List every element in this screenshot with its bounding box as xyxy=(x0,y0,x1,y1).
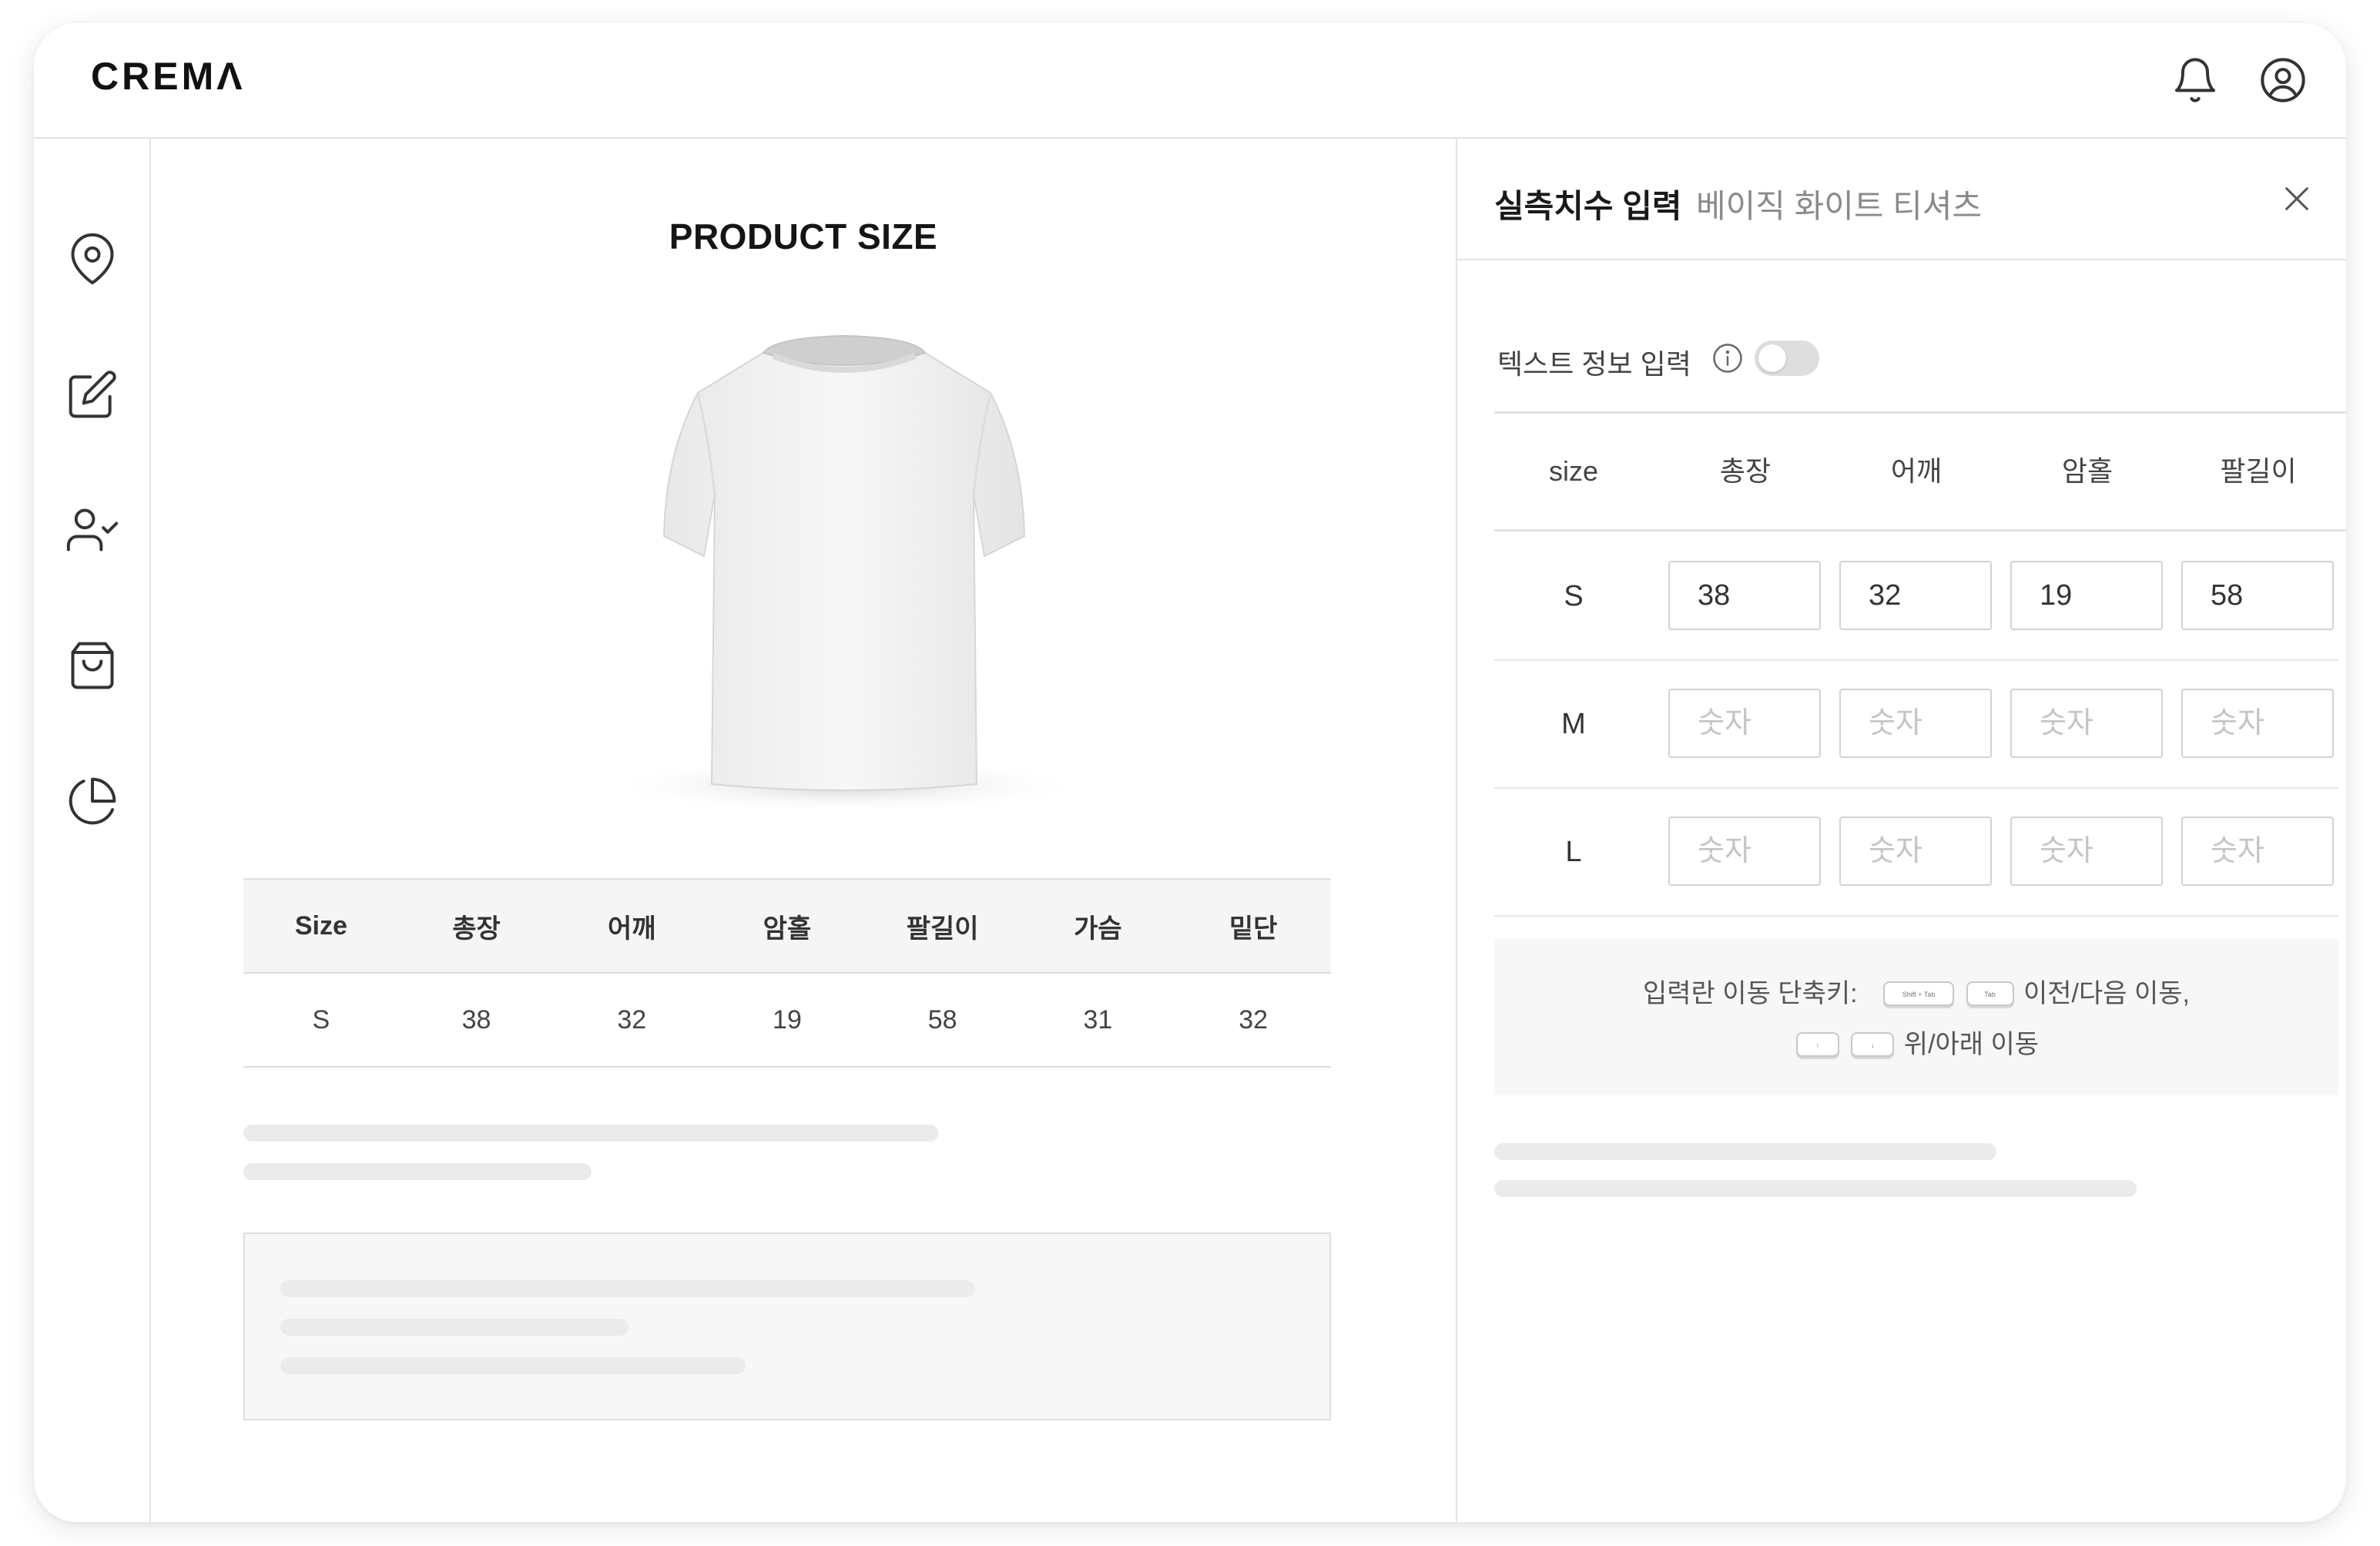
product-preview: PRODUCT SIZE Size 총장 어깨 암홀 팔길이 가슴 밑단 S 3… xyxy=(151,139,1456,1522)
measure-row-s: S xyxy=(1494,533,2338,661)
measure-input[interactable] xyxy=(2010,817,2163,886)
panel-subtitle: 베이직 화이트 티셔츠 xyxy=(1696,188,1983,224)
table-row: S 38 32 19 58 31 32 xyxy=(243,973,1331,1068)
measure-col-size: size xyxy=(1548,455,1599,487)
skeleton-box xyxy=(243,1232,1331,1420)
measure-row-m: M xyxy=(1494,661,2338,789)
shift-tab-key: Shift + Tab xyxy=(1883,981,1955,1007)
shortcut-prefix: 입력란 이동 단축키: xyxy=(1643,979,1858,1008)
size-table: Size 총장 어깨 암홀 팔길이 가슴 밑단 S 38 32 19 58 31 xyxy=(243,878,1331,1068)
size-label: S xyxy=(1564,580,1584,612)
measurement-panel: 실측치수 입력 베이직 화이트 티셔츠 텍스트 정보 입력 size 총장 어깨… xyxy=(1456,139,2346,1522)
col-chest: 가슴 xyxy=(1020,878,1176,974)
skeleton-line xyxy=(243,1163,592,1180)
measure-input[interactable] xyxy=(1839,817,1992,886)
table-cell: 31 xyxy=(1020,973,1176,1068)
measure-input[interactable] xyxy=(2010,689,2163,758)
panel-header: 실측치수 입력 베이직 화이트 티셔츠 xyxy=(1457,139,2346,260)
measure-input[interactable] xyxy=(1668,689,1821,758)
top-bar: CREMΛ xyxy=(34,23,2346,139)
app-logo[interactable]: CREMΛ xyxy=(91,54,246,99)
prev-next-text: 이전/다음 이동, xyxy=(2023,979,2190,1008)
shortcut-help: 입력란 이동 단축키: Shift + Tab Tab 이전/다음 이동, ↑ … xyxy=(1494,938,2338,1095)
col-armhole: 암홀 xyxy=(709,878,865,974)
measure-col-shoulder: 어깨 xyxy=(1890,455,1943,487)
col-shoulder: 어깨 xyxy=(554,878,710,974)
panel-title: 실측치수 입력 xyxy=(1494,188,1682,224)
measure-input[interactable] xyxy=(2181,817,2334,886)
measure-input[interactable] xyxy=(1668,817,1821,886)
up-down-text: 위/아래 이동 xyxy=(1903,1030,2040,1059)
toggle-knob xyxy=(1758,344,1786,372)
skeleton-line xyxy=(1494,1180,2137,1197)
col-hem: 밑단 xyxy=(1175,878,1331,974)
map-pin-icon[interactable] xyxy=(66,233,119,285)
measure-header: size 총장 어깨 암홀 팔길이 xyxy=(1494,411,2346,532)
toggle-label: 텍스트 정보 입력 xyxy=(1497,348,1691,380)
size-label: M xyxy=(1561,708,1586,740)
measure-col-total-length: 총장 xyxy=(1719,455,1772,487)
arrow-down-key: ↓ xyxy=(1851,1032,1895,1058)
skeleton-line xyxy=(280,1319,629,1336)
measure-input[interactable] xyxy=(1839,689,1992,758)
bell-icon[interactable] xyxy=(2170,55,2220,105)
tshirt-image xyxy=(629,316,1060,817)
measure-input[interactable] xyxy=(2010,561,2163,630)
shortcut-line-2: ↑ ↓ 위/아래 이동 xyxy=(1494,1023,2338,1061)
tab-key: Tab xyxy=(1966,981,2014,1007)
product-title: PRODUCT SIZE xyxy=(669,216,938,257)
measure-input[interactable] xyxy=(1668,561,1821,630)
text-info-toggle[interactable] xyxy=(1755,340,1819,376)
arrow-up-key: ↑ xyxy=(1795,1032,1839,1058)
edit-icon[interactable] xyxy=(66,368,119,421)
table-cell: 32 xyxy=(554,973,710,1068)
col-size: Size xyxy=(243,878,399,974)
measure-input[interactable] xyxy=(1839,561,1992,630)
measure-col-armhole: 암홀 xyxy=(2061,455,2114,487)
table-cell: 38 xyxy=(398,973,555,1068)
close-icon[interactable] xyxy=(2281,183,2312,214)
skeleton-line xyxy=(280,1280,975,1297)
skeleton-line xyxy=(1494,1143,1996,1160)
measure-col-sleeve: 팔길이 xyxy=(2220,455,2297,487)
pie-chart-icon[interactable] xyxy=(66,775,119,827)
table-cell: S xyxy=(243,973,399,1068)
table-cell: 58 xyxy=(864,973,1021,1068)
col-sleeve: 팔길이 xyxy=(864,878,1021,974)
info-icon[interactable] xyxy=(1711,342,1744,374)
size-label: L xyxy=(1565,836,1582,868)
sidebar xyxy=(34,139,151,1522)
measure-row-l: L xyxy=(1494,789,2338,917)
table-cell: 32 xyxy=(1175,973,1331,1068)
app-window: CREMΛ PRODUCT SIZE Size 총장 어깨 암홀 팔길이 가슴 … xyxy=(34,23,2346,1522)
shortcut-line-1: 입력란 이동 단축키: Shift + Tab Tab 이전/다음 이동, xyxy=(1494,972,2338,1010)
shopping-bag-icon[interactable] xyxy=(66,639,119,692)
size-table-header: Size 총장 어깨 암홀 팔길이 가슴 밑단 xyxy=(243,878,1331,974)
measure-input[interactable] xyxy=(2181,561,2334,630)
col-total-length: 총장 xyxy=(398,878,555,974)
measure-input[interactable] xyxy=(2181,689,2334,758)
user-check-icon[interactable] xyxy=(66,504,119,556)
skeleton-line xyxy=(243,1125,938,1142)
skeleton-line xyxy=(280,1357,746,1374)
user-circle-icon[interactable] xyxy=(2258,55,2308,105)
table-cell: 19 xyxy=(709,973,865,1068)
